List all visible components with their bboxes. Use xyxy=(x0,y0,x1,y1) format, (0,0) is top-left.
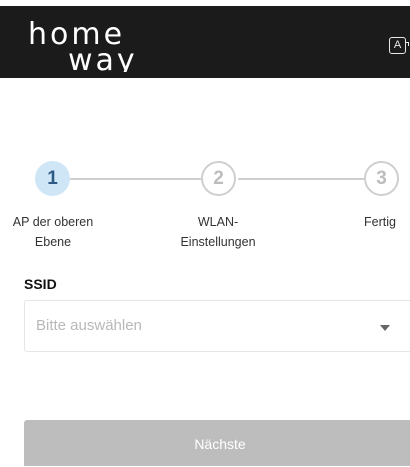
step-2-label: WLAN- Einstellungen xyxy=(180,215,256,249)
step-2-number: 2 xyxy=(213,168,224,189)
language-icon-letter: A xyxy=(393,39,402,51)
logo-text-way: way xyxy=(68,43,138,72)
homeway-logo: home way xyxy=(28,20,178,72)
stepper-connector-1 xyxy=(70,178,201,180)
language-icon[interactable]: A xyxy=(389,37,409,54)
step-1-indicator: 1 xyxy=(35,161,70,196)
ssid-label: SSID xyxy=(24,276,57,292)
step-3-number: 3 xyxy=(376,168,387,189)
ssid-select-placeholder: Bitte auswählen xyxy=(36,317,142,334)
app-header: home way A xyxy=(0,6,410,78)
step-3-label: Fertig xyxy=(364,215,396,229)
chevron-down-icon xyxy=(380,325,390,331)
stepper-connector-2 xyxy=(238,178,364,180)
next-button[interactable]: Nächste xyxy=(24,420,410,466)
step-3-indicator: 3 xyxy=(364,161,399,196)
ssid-select[interactable]: Bitte auswählen xyxy=(24,300,410,352)
step-1-number: 1 xyxy=(47,168,58,189)
step-1-label: AP der oberen Ebene xyxy=(12,215,94,249)
step-2-indicator: 2 xyxy=(201,161,236,196)
